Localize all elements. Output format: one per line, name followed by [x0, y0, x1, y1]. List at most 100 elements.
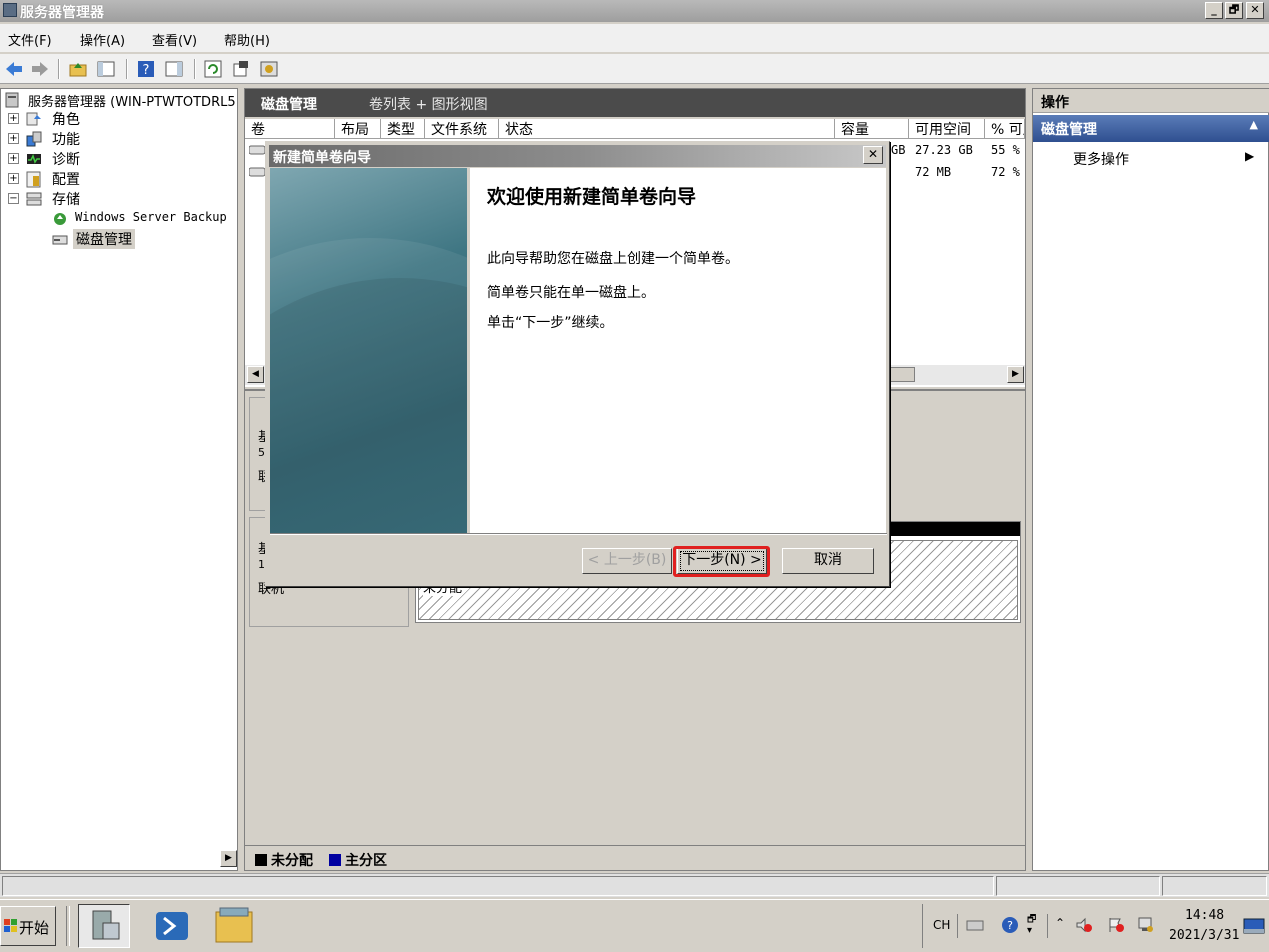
column-header-volume[interactable]: 卷 — [245, 119, 335, 139]
submenu-arrow-icon: ▶ — [1245, 149, 1255, 163]
legend-unallocated-label: 未分配 — [271, 853, 313, 869]
column-header-type[interactable]: 类型 — [381, 119, 425, 139]
tree-item-diagnostics[interactable]: 诊断 — [52, 149, 80, 169]
collapse-storage-icon[interactable]: − — [8, 193, 19, 204]
volume-drive-icon — [249, 145, 265, 155]
language-indicator[interactable]: CH — [933, 918, 950, 932]
toolbar-separator — [58, 59, 60, 79]
maximize-button[interactable]: 🗗 — [1225, 2, 1243, 19]
svg-text:?: ? — [1007, 919, 1013, 932]
roles-icon — [26, 112, 41, 126]
wizard-text-3: 单击“下一步”继续。 — [487, 315, 614, 331]
scroll-left-icon[interactable]: ◀ — [247, 366, 264, 383]
cancel-button[interactable]: 取消 — [782, 548, 874, 574]
action-center-flag-icon[interactable] — [1107, 916, 1125, 934]
menu-action[interactable]: 操作(A) — [80, 30, 125, 49]
help-circle-icon[interactable]: ? — [1001, 916, 1019, 934]
refresh-icon[interactable] — [203, 59, 223, 79]
show-hide-tree-icon[interactable] — [96, 59, 116, 79]
disk-settings-icon[interactable] — [259, 59, 279, 79]
more-actions-item[interactable]: 更多操作 — [1073, 149, 1129, 169]
configuration-icon — [26, 171, 41, 188]
expand-roles-icon[interactable]: + — [8, 113, 19, 124]
column-header-layout[interactable]: 布局 — [335, 119, 381, 139]
features-icon — [26, 131, 42, 147]
actions-pane: 操作 磁盘管理 ▲ 更多操作 ▶ — [1032, 88, 1269, 871]
status-panel — [1162, 876, 1267, 896]
expand-features-icon[interactable]: + — [8, 133, 19, 144]
pane-header: 磁盘管理 卷列表 + 图形视图 — [245, 89, 1025, 117]
menu-help[interactable]: 帮助(H) — [224, 30, 270, 49]
storage-icon — [26, 192, 42, 206]
tree-item-disk-management[interactable]: 磁盘管理 — [73, 229, 135, 249]
window-title: 服务器管理器 — [20, 5, 104, 21]
column-header-percent-free[interactable]: % 可用 — [985, 119, 1025, 139]
legend-primary-partition-label: 主分区 — [345, 853, 387, 869]
clock-date[interactable]: 2021/3/31 — [1169, 928, 1239, 943]
taskbar-separator — [66, 906, 70, 946]
scroll-right-icon[interactable]: ▶ — [1007, 366, 1024, 383]
expand-configuration-icon[interactable]: + — [8, 173, 19, 184]
help-icon[interactable]: ? — [136, 59, 156, 79]
start-button[interactable]: 开始 — [0, 906, 56, 946]
up-folder-icon[interactable] — [68, 59, 88, 79]
volume-muted-icon[interactable] — [1075, 916, 1093, 934]
menu-view[interactable]: 查看(V) — [152, 30, 197, 49]
show-desktop-icon[interactable] — [1243, 918, 1265, 934]
wizard-text-1: 此向导帮助您在磁盘上创建一个简单卷。 — [487, 251, 739, 267]
server-manager-icon — [3, 3, 17, 17]
legend-bar: 未分配 主分区 — [245, 845, 1025, 870]
expand-diagnostics-icon[interactable]: + — [8, 153, 19, 164]
column-header-filesystem[interactable]: 文件系统 — [425, 119, 499, 139]
tree-item-windows-server-backup[interactable]: Windows Server Backup — [75, 210, 227, 224]
back-arrow-icon[interactable] — [4, 59, 24, 79]
keyboard-icon[interactable] — [966, 916, 984, 934]
windows-server-backup-icon — [54, 213, 66, 225]
tree-item-configuration[interactable]: 配置 — [52, 169, 80, 189]
collapse-up-icon[interactable]: ▲ — [1250, 118, 1258, 131]
toolbar-separator — [126, 59, 128, 79]
actions-section-disk-management[interactable]: 磁盘管理 ▲ — [1033, 115, 1269, 142]
start-label: 开始 — [19, 919, 50, 937]
windows-logo-icon — [4, 919, 17, 932]
toolbar-separator — [194, 59, 196, 79]
tree-pane-toggle-icon[interactable]: ▶ — [220, 850, 237, 867]
wizard-divider — [270, 533, 887, 535]
next-button-highlight — [673, 546, 770, 577]
explorer-folder-icon[interactable] — [208, 904, 260, 948]
system-tray: CH ? 🗗 ▾ ⌃ 14:48 2021/3/31 — [922, 904, 1269, 948]
navigation-tree: 服务器管理器 (WIN-PTWTOTDRL5 + 角色 + 功能 + 诊断 + … — [0, 88, 239, 952]
tree-root-server-manager[interactable]: 服务器管理器 (WIN-PTWTOTDRL5 — [28, 91, 236, 110]
powershell-icon[interactable] — [146, 904, 198, 948]
tray-separator — [957, 914, 958, 938]
back-button[interactable]: < 上一步(B) — [582, 548, 672, 574]
volume-percent-free-cell: 55 % — [991, 143, 1020, 157]
show-hide-action-pane-icon[interactable] — [164, 59, 184, 79]
column-header-status[interactable]: 状态 — [499, 119, 835, 139]
wizard-close-button[interactable]: ✕ — [863, 146, 883, 164]
wizard-text-2: 简单卷只能在单一磁盘上。 — [487, 285, 655, 301]
menu-file[interactable]: 文件(F) — [8, 30, 52, 49]
tree-item-storage[interactable]: 存储 — [52, 189, 80, 209]
show-hidden-icons-icon[interactable]: ⌃ — [1055, 916, 1065, 930]
volume-drive-icon — [249, 167, 265, 177]
status-panel — [996, 876, 1160, 896]
language-options-icon[interactable]: 🗗 ▾ — [1027, 914, 1036, 936]
properties-icon[interactable] — [231, 59, 251, 79]
forward-arrow-icon[interactable] — [30, 59, 50, 79]
minimize-button[interactable]: _ — [1205, 2, 1223, 19]
toolbar: ? — [0, 54, 1269, 84]
column-header-free-space[interactable]: 可用空间 — [909, 119, 985, 139]
wizard-content: 欢迎使用新建简单卷向导 此向导帮助您在磁盘上创建一个简单卷。 简单卷只能在单一磁… — [467, 168, 886, 533]
server-icon — [5, 92, 19, 108]
tree-item-features[interactable]: 功能 — [52, 129, 80, 149]
taskbar-server-manager-button[interactable] — [78, 904, 130, 948]
pane-title: 磁盘管理 — [261, 97, 317, 113]
wizard-heading: 欢迎使用新建简单卷向导 — [487, 186, 697, 208]
close-button[interactable]: ✕ — [1246, 2, 1264, 19]
clock-time[interactable]: 14:48 — [1185, 908, 1224, 923]
actions-header: 操作 — [1033, 89, 1269, 113]
tree-item-roles[interactable]: 角色 — [52, 109, 80, 129]
column-header-capacity[interactable]: 容量 — [835, 119, 909, 139]
network-icon[interactable] — [1137, 916, 1155, 934]
